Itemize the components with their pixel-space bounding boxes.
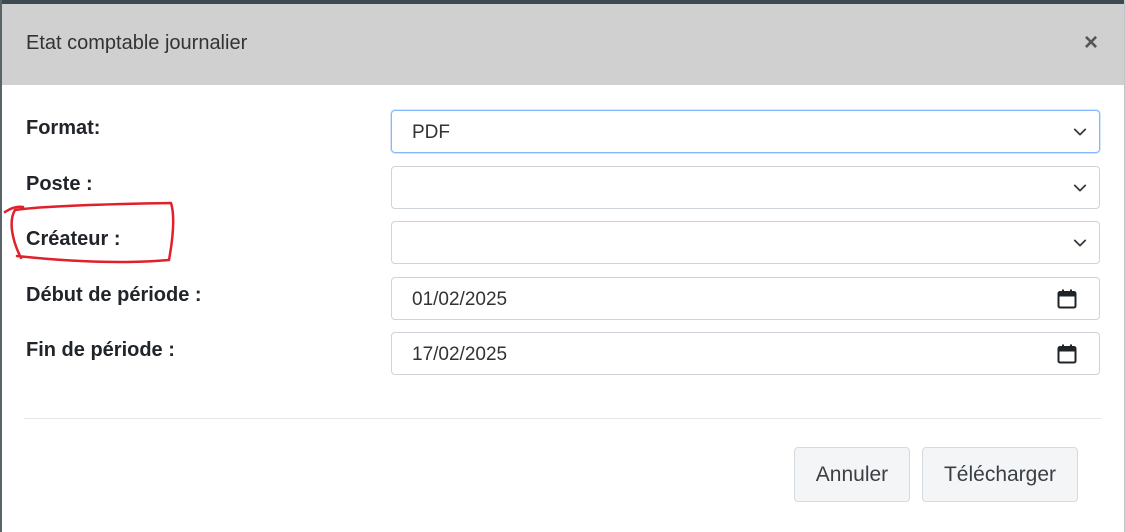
modal-header: Etat comptable journalier × [2,4,1124,85]
debut-row: Début de période : 01/02/2025 [0,277,1125,323]
format-row: Format: PDF [0,110,1125,156]
chevron-down-icon [1073,239,1087,247]
download-button[interactable]: Télécharger [922,447,1078,502]
poste-label: Poste : [26,173,93,195]
debut-date-value: 01/02/2025 [412,289,508,310]
debut-label: Début de période : [26,284,202,306]
fin-date-value: 17/02/2025 [412,344,508,365]
cancel-button[interactable]: Annuler [794,447,910,502]
format-select[interactable]: PDF [391,110,1100,153]
footer-divider [24,418,1101,419]
close-button[interactable]: × [1078,29,1104,56]
red-annotation-outline [3,201,175,264]
debut-date-input[interactable]: 01/02/2025 [391,277,1100,320]
fin-date-input[interactable]: 17/02/2025 [391,332,1100,375]
createur-select[interactable] [391,221,1100,264]
format-label: Format: [26,117,101,139]
calendar-icon[interactable] [1057,344,1077,364]
chevron-down-icon [1073,184,1087,192]
modal-title: Etat comptable journalier [26,32,248,54]
calendar-icon[interactable] [1057,289,1077,309]
poste-select[interactable] [391,166,1100,209]
format-select-value: PDF [412,122,450,143]
close-icon: × [1083,29,1098,56]
chevron-down-icon [1073,128,1087,136]
fin-row: Fin de période : 17/02/2025 [0,332,1125,378]
fin-label: Fin de période : [26,339,175,361]
